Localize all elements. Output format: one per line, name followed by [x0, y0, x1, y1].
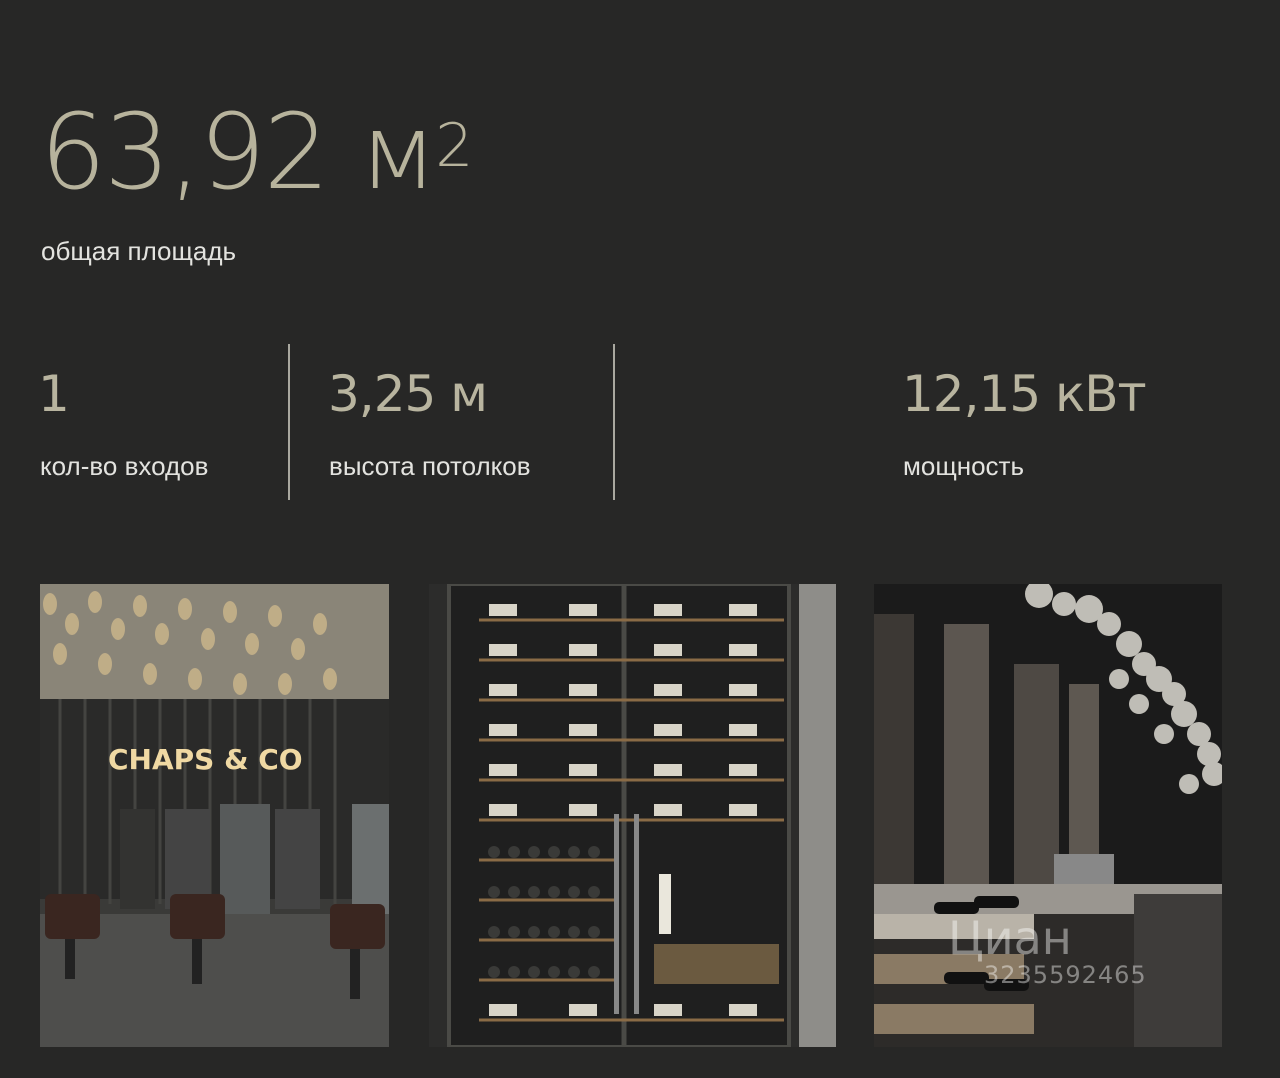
divider [288, 344, 290, 500]
area-unit-superscript: 2 [435, 111, 473, 181]
divider [613, 344, 615, 500]
area-label: общая площадь [41, 236, 237, 266]
barbershop-sign: CHAPS & CO [108, 743, 303, 776]
watermark: Циан 3235592465 [948, 915, 1147, 989]
stat-entrances-value: 1 [38, 365, 70, 423]
stat-ceiling-value: 3,25 м [328, 365, 488, 423]
stat-ceiling-label: высота потолков [329, 451, 531, 481]
wine-cabinet-image [429, 584, 836, 1047]
watermark-brand: Циан [948, 911, 1072, 965]
area-number: 63,92 м [40, 91, 437, 213]
stat-power-label: мощность [903, 451, 1024, 481]
photo-barbershop: CHAPS & CO [40, 584, 389, 1047]
area-value: 63,92 м2 [40, 91, 473, 213]
stat-power-value: 12,15 кВт [902, 365, 1147, 423]
barbershop-image: CHAPS & CO [40, 584, 389, 1047]
stat-entrances-label: кол-во входов [40, 451, 209, 481]
watermark-id: 3235592465 [984, 961, 1147, 989]
photo-wine-cabinet [429, 584, 836, 1047]
